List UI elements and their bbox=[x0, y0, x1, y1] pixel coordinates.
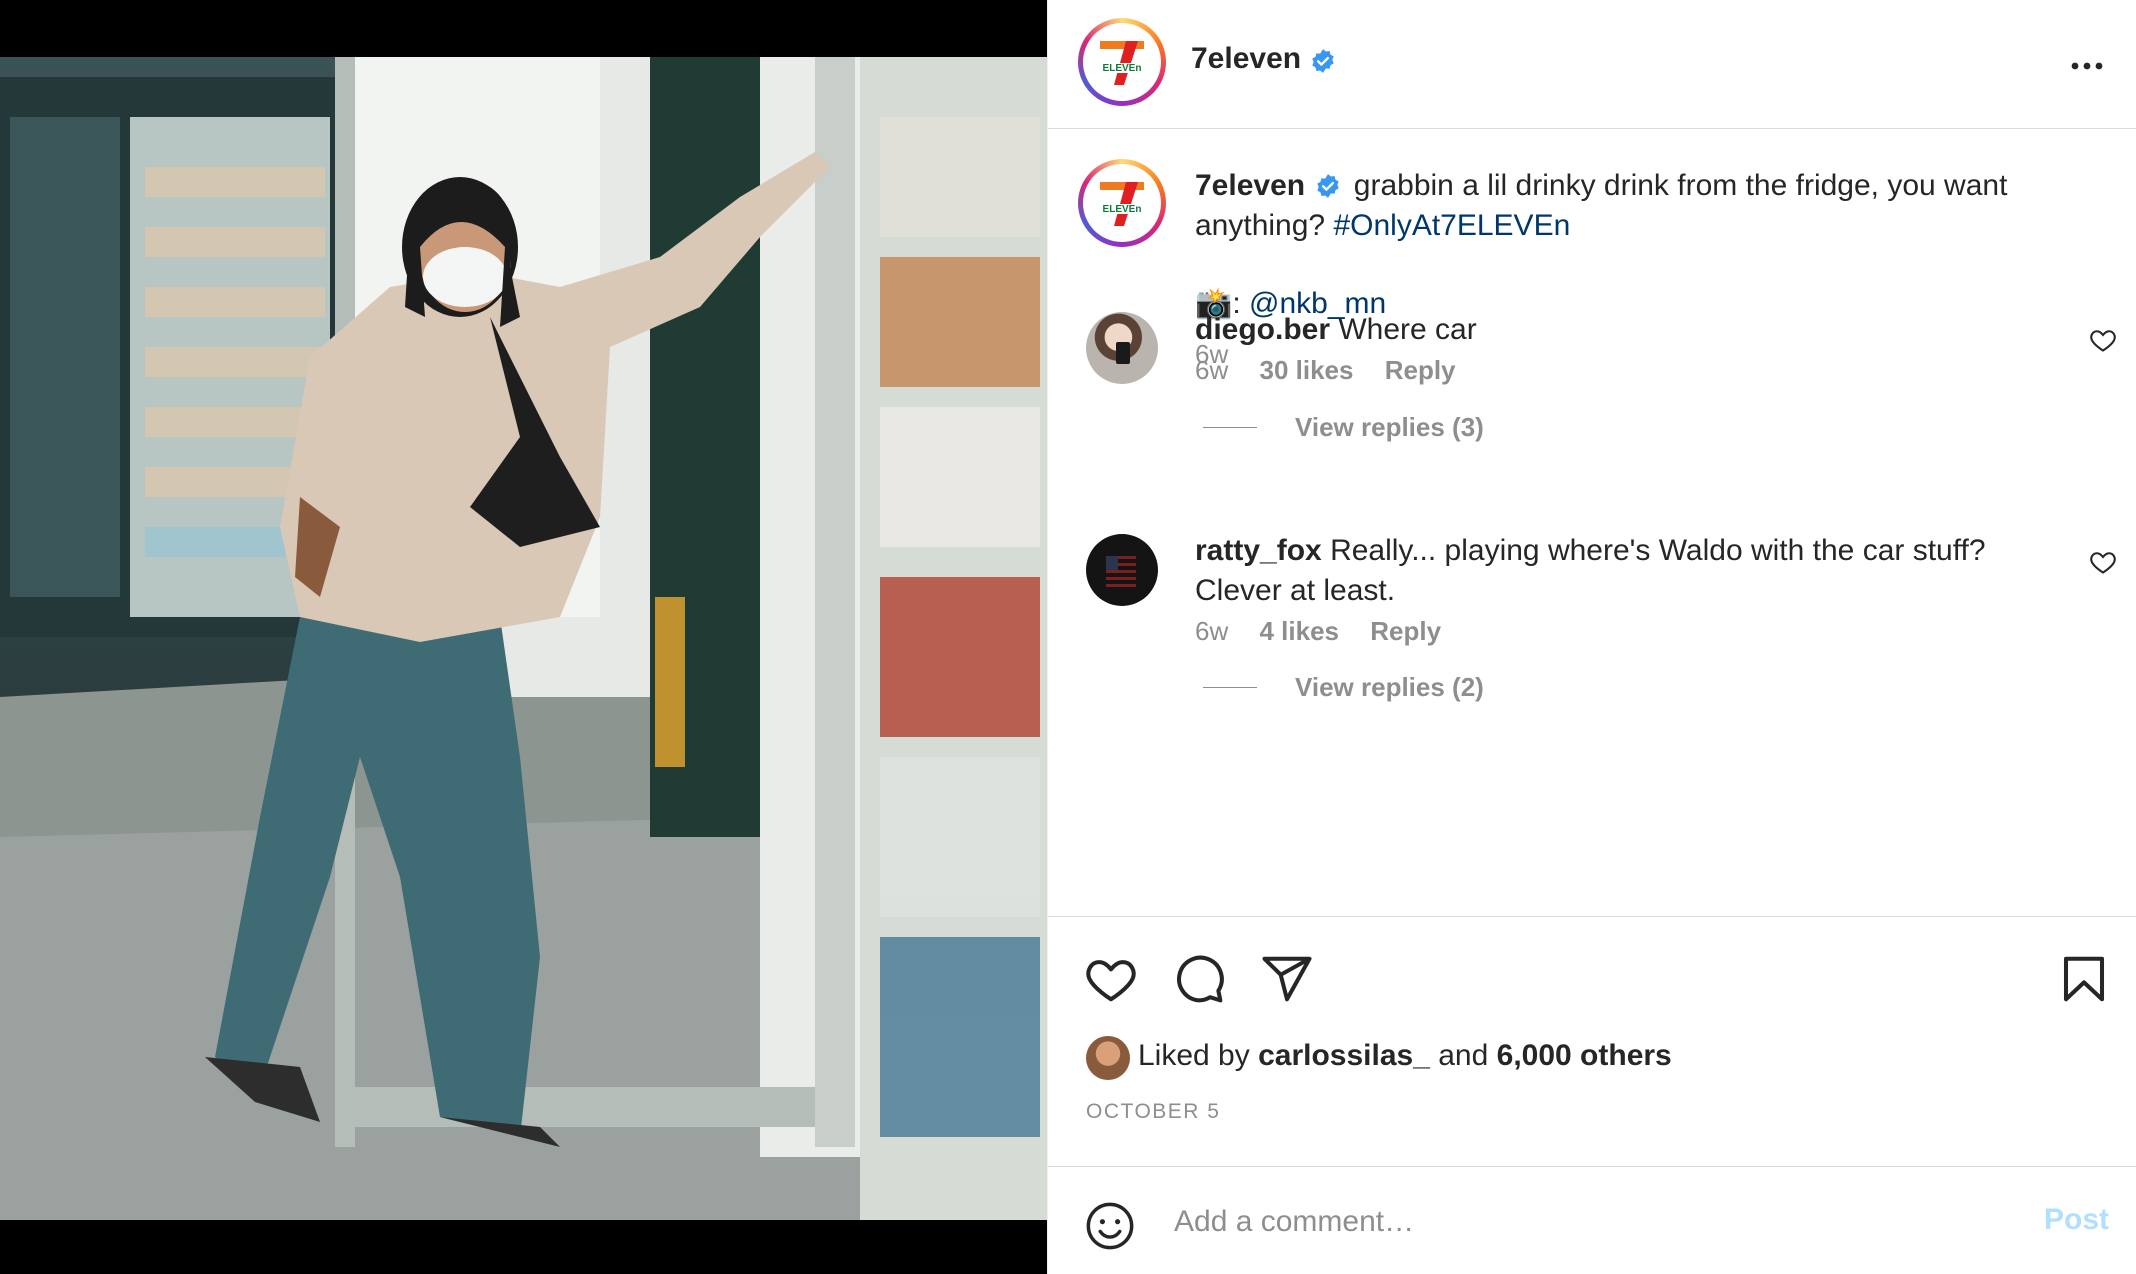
photo-illustration bbox=[0, 57, 1047, 1220]
view-replies-button[interactable]: View replies (2) bbox=[1203, 672, 1484, 703]
post-details-panel: ELEVEn 7eleven ELEVEn 7eleven grabbin a … bbox=[1047, 0, 2136, 1274]
verified-badge-icon bbox=[1317, 174, 1340, 198]
comment-meta: 6w 4 likes Reply bbox=[1195, 616, 1465, 647]
post-date[interactable]: OCTOBER 5 bbox=[1086, 1100, 1220, 1124]
post-media bbox=[0, 0, 1047, 1274]
comments-scroll-area[interactable]: ELEVEn 7eleven grabbin a lil drinky drin… bbox=[1048, 129, 2136, 916]
paper-plane-icon[interactable] bbox=[1260, 952, 1314, 1006]
comment-username[interactable]: diego.ber bbox=[1195, 313, 1330, 346]
instagram-post-view: ELEVEn 7eleven ELEVEn 7eleven grabbin a … bbox=[0, 0, 2136, 1274]
comment-bubble-icon[interactable] bbox=[1172, 952, 1226, 1006]
view-replies-label: View replies (3) bbox=[1295, 412, 1484, 442]
comment-timestamp[interactable]: 6w bbox=[1195, 616, 1228, 646]
liked-by-user[interactable]: carlossilas_ bbox=[1258, 1039, 1430, 1072]
bookmark-icon[interactable] bbox=[2057, 952, 2111, 1006]
seven-eleven-logo: ELEVEn bbox=[1100, 41, 1144, 85]
comment: diego.ber Where car bbox=[1195, 310, 2075, 350]
comment-input[interactable] bbox=[1172, 1193, 1976, 1251]
author-username[interactable]: 7eleven bbox=[1191, 42, 1301, 76]
post-button[interactable]: Post bbox=[2044, 1203, 2109, 1237]
ellipsis-icon[interactable] bbox=[2067, 46, 2107, 86]
comment-meta: 6w 30 likes Reply bbox=[1195, 355, 1480, 386]
seven-eleven-logo: ELEVEn bbox=[1100, 182, 1144, 226]
likes-summary[interactable]: Liked by carlossilas_ and 6,000 others bbox=[1138, 1039, 1672, 1073]
caption-author-avatar[interactable]: ELEVEn bbox=[1078, 159, 1166, 247]
post-actions: Liked by carlossilas_ and 6,000 others O… bbox=[1048, 916, 2136, 1167]
commenter-avatar[interactable] bbox=[1086, 534, 1158, 606]
commenter-avatar[interactable] bbox=[1086, 312, 1158, 384]
comment: ratty_fox Really... playing where's Wald… bbox=[1195, 531, 2075, 611]
comment-text: Where car bbox=[1338, 313, 1477, 346]
view-replies-button[interactable]: View replies (3) bbox=[1203, 412, 1484, 443]
comment-likes[interactable]: 30 likes bbox=[1259, 355, 1353, 385]
comment-reply-button[interactable]: Reply bbox=[1370, 616, 1441, 646]
liked-by-others[interactable]: 6,000 others bbox=[1497, 1039, 1672, 1072]
liker-avatar[interactable] bbox=[1086, 1036, 1130, 1080]
view-replies-label: View replies (2) bbox=[1295, 672, 1484, 702]
replies-divider bbox=[1203, 427, 1257, 428]
comment-reply-button[interactable]: Reply bbox=[1385, 355, 1456, 385]
liked-by-and: and bbox=[1438, 1039, 1489, 1072]
comment-likes[interactable]: 4 likes bbox=[1259, 616, 1339, 646]
svg-text:ELEVEn: ELEVEn bbox=[1103, 63, 1142, 74]
post-photo[interactable] bbox=[0, 57, 1047, 1220]
heart-icon[interactable] bbox=[1084, 952, 1138, 1006]
caption-hashtag[interactable]: #OnlyAt7ELEVEn bbox=[1333, 209, 1570, 242]
liked-by-prefix: Liked by bbox=[1138, 1039, 1250, 1072]
verified-badge-icon bbox=[1312, 49, 1334, 73]
comment-username[interactable]: ratty_fox bbox=[1195, 534, 1322, 567]
heart-icon[interactable] bbox=[2089, 326, 2117, 354]
author-avatar[interactable]: ELEVEn bbox=[1078, 18, 1166, 106]
post-header: ELEVEn 7eleven bbox=[1048, 0, 2136, 129]
replies-divider bbox=[1203, 687, 1257, 688]
caption-username[interactable]: 7eleven bbox=[1195, 169, 1305, 202]
add-comment-bar: Post bbox=[1048, 1166, 2136, 1274]
heart-icon[interactable] bbox=[2089, 548, 2117, 576]
smiley-icon[interactable] bbox=[1084, 1200, 1136, 1252]
svg-text:ELEVEn: ELEVEn bbox=[1103, 204, 1142, 215]
comment-timestamp[interactable]: 6w bbox=[1195, 355, 1228, 385]
